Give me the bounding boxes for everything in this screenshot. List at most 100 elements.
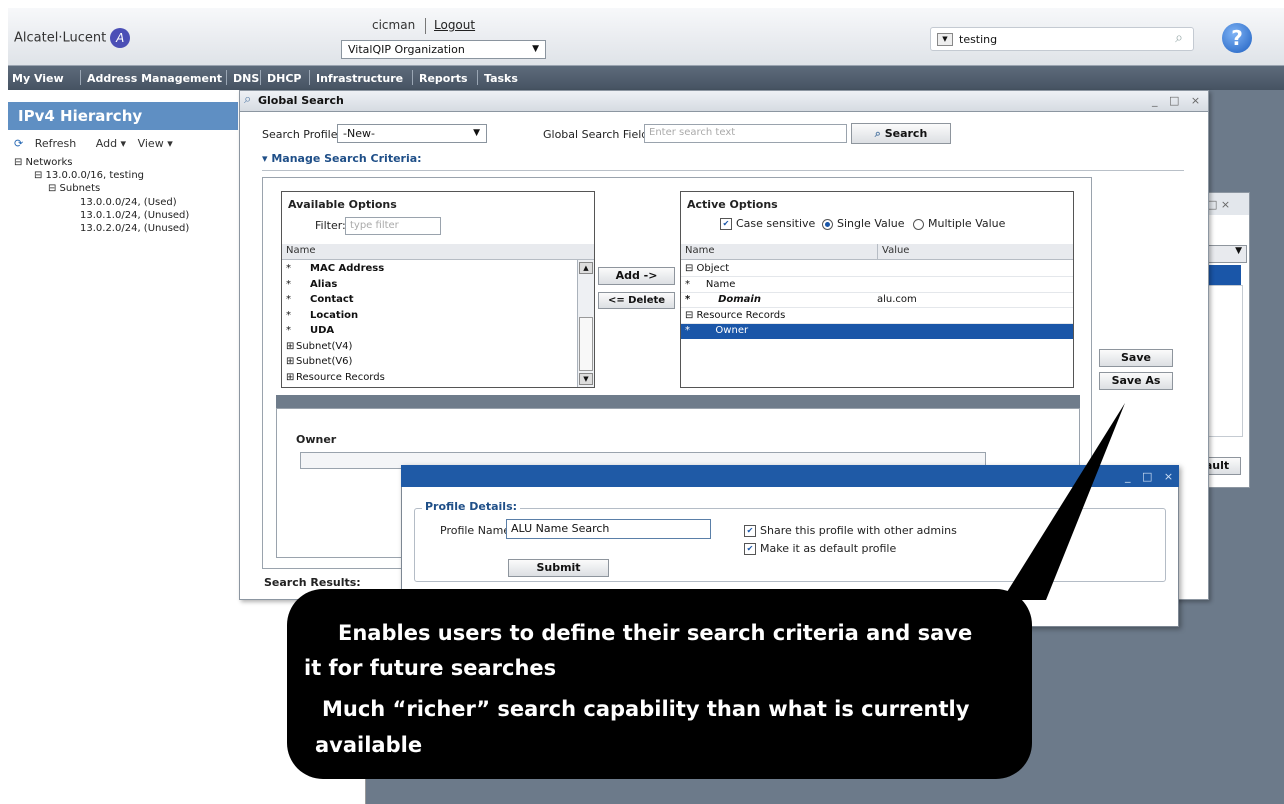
filter-label: Filter: [315, 219, 346, 232]
row-label: Subnet(V6) [296, 356, 353, 367]
checkbox-checked-icon: ✔ [744, 525, 756, 537]
active-option-row[interactable]: * Name [681, 278, 1073, 293]
menu-infrastructure[interactable]: Infrastructure [316, 72, 403, 85]
row-marker: ⊞ [286, 371, 295, 383]
available-name-column-header[interactable]: Name [282, 244, 594, 260]
active-option-name: * Name [685, 278, 736, 290]
tree-node-subnets[interactable]: ⊟ Subnets [48, 183, 100, 194]
hierarchy-toolbar: ⟳ Refresh Add ▾ View ▾ [14, 137, 181, 150]
available-option-row[interactable]: * MAC Address [282, 262, 576, 277]
checkbox-checked-icon: ✔ [720, 218, 732, 230]
row-marker: * [286, 325, 291, 336]
available-options-title: Available Options [288, 198, 397, 211]
menu-reports[interactable]: Reports [419, 72, 468, 85]
panel-title: IPv4 Hierarchy [8, 102, 238, 130]
global-search-input[interactable]: Enter search text [644, 124, 847, 143]
available-option-row[interactable]: ⊞ Subnet(V4) [282, 340, 576, 355]
active-option-row[interactable]: * Domain alu.com [681, 293, 1073, 308]
default-profile-checkbox[interactable]: ✔ Make it as default profile [744, 542, 896, 555]
tree-node-subnet[interactable]: 13.0.0.0/24, (Used) [80, 197, 177, 208]
chevron-down-icon: ▼ [473, 128, 480, 138]
company-logo: Alcatel·Lucent A [14, 28, 131, 48]
menu-dns[interactable]: DNS [233, 72, 259, 85]
menu-my-view[interactable]: My View [12, 72, 64, 85]
delete-button[interactable]: <= Delete [598, 292, 675, 309]
tree-node-networks[interactable]: ⊟ Networks [14, 157, 73, 168]
active-value-column-header[interactable]: Value [877, 244, 1073, 260]
current-user: cicman [372, 18, 416, 32]
view-menu-button[interactable]: View ▾ [138, 137, 173, 150]
row-marker: * [286, 294, 291, 305]
available-option-row[interactable]: * Alias [282, 278, 576, 293]
tree-node-subnet[interactable]: 13.0.2.0/24, (Unused) [80, 223, 189, 234]
active-option-row[interactable]: ⊟ Object [681, 262, 1073, 277]
multiple-value-radio[interactable]: Multiple Value [913, 217, 1005, 230]
dialog-title: Global Search [258, 94, 344, 107]
profile-name-input[interactable]: ALU Name Search [506, 519, 711, 539]
save-as-button[interactable]: Save As [1099, 372, 1173, 390]
organization-select[interactable]: VitalQIP Organization ▼ [341, 40, 546, 59]
scroll-down-icon[interactable]: ▼ [579, 373, 593, 385]
search-button[interactable]: ⌕ Search [851, 123, 951, 144]
filter-input[interactable]: type filter [345, 217, 441, 235]
global-search-titlebar [239, 90, 1209, 112]
submit-button[interactable]: Submit [508, 559, 609, 577]
active-option-row[interactable]: * Owner [681, 324, 1073, 339]
scroll-up-icon[interactable]: ▲ [579, 262, 593, 274]
search-icon[interactable]: ⌕ [1175, 30, 1183, 46]
tree-node-subnet[interactable]: 13.0.1.0/24, (Unused) [80, 210, 189, 221]
logo-icon: A [110, 28, 131, 48]
profile-dialog-controls[interactable]: _ □ × [1125, 470, 1177, 483]
active-option-name: * Owner [685, 325, 749, 336]
checkbox-checked-icon: ✔ [744, 543, 756, 555]
search-scope-dropdown-icon[interactable]: ▼ [937, 33, 953, 46]
share-profile-checkbox[interactable]: ✔ Share this profile with other admins [744, 524, 957, 537]
chevron-down-icon: ▼ [532, 44, 539, 54]
available-option-row[interactable]: ⊞ Subnet(V6) [282, 355, 576, 370]
header-search-input[interactable]: ▼ testing ⌕ [930, 27, 1194, 51]
menu-divider [477, 70, 478, 85]
menu-divider [80, 70, 81, 85]
save-button[interactable]: Save [1099, 349, 1173, 367]
available-option-row[interactable]: * Location [282, 309, 576, 324]
radio-empty-icon [913, 218, 924, 230]
menu-divider [260, 70, 261, 85]
case-sensitive-checkbox[interactable]: ✔ Case sensitive [720, 217, 815, 230]
tree-node-network[interactable]: ⊟ 13.0.0.0/16, testing [34, 170, 144, 181]
profile-name-label: Profile Name: [440, 524, 514, 537]
callout-text: it for future searches [304, 656, 557, 680]
active-option-name: ⊟ Object [685, 263, 730, 274]
help-button[interactable]: ? [1222, 23, 1252, 53]
add-menu-button[interactable]: Add ▾ [96, 137, 126, 150]
scroll-thumb[interactable] [579, 317, 593, 371]
logout-link[interactable]: Logout [434, 18, 475, 32]
active-option-name: ⊟ Resource Records [685, 309, 786, 321]
background-window-controls[interactable]: □ × [1207, 198, 1230, 211]
profile-details-legend: Profile Details: [422, 500, 521, 513]
active-name-column-header[interactable]: Name [681, 244, 877, 260]
menu-address-management[interactable]: Address Management [87, 72, 222, 85]
menu-tasks[interactable]: Tasks [484, 72, 518, 85]
callout-text: Much “richer” search capability than wha… [322, 697, 970, 721]
search-profile-select[interactable]: -New- ▼ [337, 124, 487, 143]
menu-dhcp[interactable]: DHCP [267, 72, 301, 85]
manage-search-criteria-toggle[interactable]: ▾ Manage Search Criteria: [262, 152, 422, 165]
active-option-row[interactable]: ⊟ Resource Records [681, 309, 1073, 324]
search-icon: ⌕ [874, 127, 881, 140]
row-label: Subnet(V4) [296, 340, 353, 352]
active-options-title: Active Options [687, 198, 778, 211]
callout-pointer [1002, 403, 1125, 600]
available-option-row[interactable]: * UDA [282, 324, 576, 339]
refresh-button[interactable]: ⟳ Refresh [14, 137, 84, 150]
single-value-radio[interactable]: Single Value [822, 217, 905, 230]
search-profile-label: Search Profile: [262, 128, 342, 141]
window-controls[interactable]: _ □ × [1152, 94, 1204, 107]
row-label: Alias [310, 278, 338, 290]
add-button[interactable]: Add -> [598, 267, 675, 285]
panel-splitter[interactable] [276, 395, 1080, 408]
available-options-scrollbar[interactable]: ▲ ▼ [577, 260, 594, 387]
menu-divider [412, 70, 413, 85]
available-option-row[interactable]: * Contact [282, 293, 576, 308]
row-label: Contact [310, 294, 354, 305]
available-option-row[interactable]: ⊞ Resource Records [282, 371, 576, 386]
